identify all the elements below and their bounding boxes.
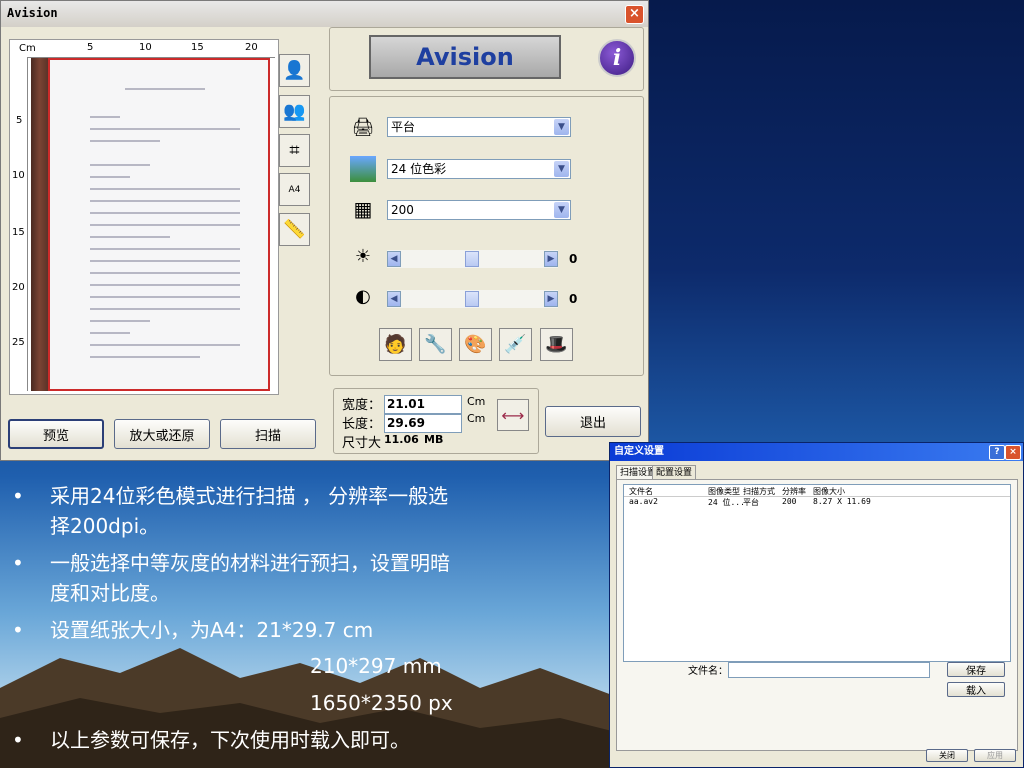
bullet-text: 210*297 mm	[310, 654, 442, 678]
help-icon[interactable]: ?	[989, 445, 1005, 460]
bullet-text: 采用24位彩色模式进行扫描 ， 分辨率一般选	[50, 484, 449, 508]
resolution-value: 200	[391, 203, 414, 217]
bullet-item: • 一般选择中等灰度的材料进行预扫，设置明暗 度和对比度。	[12, 548, 450, 608]
exit-button[interactable]: 退出	[545, 406, 641, 437]
length-label: 长度：	[342, 417, 382, 432]
contrast-slider[interactable]: ◀ ▶	[387, 290, 558, 308]
ruler-tick: 10	[139, 42, 152, 53]
scanner-icon: 🖨	[351, 116, 375, 138]
size-value: 11.06	[384, 433, 419, 446]
table-cell: 200	[782, 497, 797, 506]
ruler-tick: 5	[87, 42, 94, 53]
scan-button[interactable]: 扫描	[220, 419, 316, 449]
chevron-down-icon[interactable]: ▼	[554, 161, 569, 177]
dialog-title-bar: 自定义设置 ? ×	[610, 443, 1023, 461]
close-button[interactable]: ×	[625, 5, 644, 24]
brightness-slider[interactable]: ◀ ▶	[387, 250, 558, 268]
bullet-text: 择200dpi。	[50, 514, 160, 538]
save-button[interactable]: 保存	[947, 662, 1005, 677]
apply-button[interactable]: 应用	[974, 749, 1016, 762]
bullet-item: • 设置纸张大小，为A4：21*29.7 cm	[12, 615, 374, 645]
brightness-thumb[interactable]	[465, 251, 479, 267]
ruler-unit: Cm	[19, 43, 36, 54]
multi-person-icon[interactable]: 👥	[279, 95, 310, 128]
width-label: 宽度：	[342, 398, 382, 413]
size-unit: MB	[424, 433, 444, 446]
bullet-text: 以上参数可保存，下次使用时载入即可。	[50, 728, 410, 752]
color-wheel-icon[interactable]: 🎨	[459, 328, 492, 361]
tab-config-settings[interactable]: 配置设置	[652, 465, 697, 480]
window-title: Avision	[7, 6, 58, 20]
paper-size-icon[interactable]: A4	[279, 173, 310, 206]
table-cell: 24 位...	[708, 498, 745, 507]
table-cell: 8.27 X 11.69	[813, 497, 871, 506]
bullet-item: • 以上参数可保存，下次使用时载入即可。	[12, 725, 410, 755]
ruler-tick: 20	[12, 282, 25, 293]
brightness-value: 0	[569, 252, 578, 266]
faces-icon[interactable]: 🧑	[379, 328, 412, 361]
color-mode-icon	[350, 156, 376, 182]
scan-source-select[interactable]: 平台 ▼	[387, 117, 571, 137]
slider-right-arrow[interactable]: ▶	[544, 291, 558, 307]
load-button[interactable]: 载入	[947, 682, 1005, 697]
link-icon[interactable]: ⟷	[497, 399, 529, 431]
info-button[interactable]: i	[598, 39, 636, 77]
magic-icon[interactable]: 🎩	[540, 328, 573, 361]
crop-icon[interactable]: ⌗	[279, 134, 310, 167]
width-unit: Cm	[467, 395, 486, 408]
brightness-icon: ☀	[354, 245, 372, 267]
ruler-tick: 20	[245, 42, 258, 53]
vertical-ruler: 5 10 15 20 25	[11, 57, 28, 391]
scan-edge	[31, 58, 48, 391]
dropper-icon[interactable]: 💉	[499, 328, 532, 361]
ruler-tick: 5	[16, 115, 23, 126]
chevron-down-icon[interactable]: ▼	[554, 119, 569, 135]
settings-list[interactable]: 文件名 图像类型 扫描方式 分辨率 图像大小 aa.av2 24 位... 平台…	[623, 484, 1011, 662]
preview-button[interactable]: 预览	[8, 419, 104, 449]
tools-icon[interactable]: 🔧	[419, 328, 452, 361]
bullet-item: • 采用24位彩色模式进行扫描 ， 分辨率一般选 择200dpi。	[12, 481, 449, 541]
length-unit: Cm	[467, 412, 486, 425]
size-label: 尺寸大	[342, 436, 382, 451]
table-cell: 平台	[743, 498, 759, 507]
color-mode-select[interactable]: 24 位色彩 ▼	[387, 159, 571, 179]
bullet-text: 一般选择中等灰度的材料进行预扫，设置明暗	[50, 551, 450, 575]
single-person-icon[interactable]: 👤	[279, 54, 310, 87]
color-mode-value: 24 位色彩	[391, 162, 447, 176]
scan-source-value: 平台	[391, 120, 416, 134]
filename-input[interactable]	[728, 662, 930, 678]
contrast-thumb[interactable]	[465, 291, 479, 307]
slider-left-arrow[interactable]: ◀	[387, 291, 401, 307]
width-input[interactable]: 21.01	[384, 395, 462, 414]
horizontal-ruler: Cm 5 10 15 20	[19, 41, 275, 58]
ruler-tick: 15	[191, 42, 204, 53]
close-icon[interactable]: ×	[1005, 445, 1021, 460]
bullet-text: 设置纸张大小，为A4：21*29.7 cm	[50, 618, 374, 642]
zoom-button[interactable]: 放大或还原	[114, 419, 210, 449]
slider-left-arrow[interactable]: ◀	[387, 251, 401, 267]
table-cell[interactable]: aa.av2	[629, 497, 658, 506]
ruler-tick: 25	[12, 337, 25, 348]
title-bar: Avision ×	[1, 1, 648, 27]
length-input[interactable]: 29.69	[384, 414, 462, 433]
contrast-icon: ◐	[355, 285, 371, 307]
dialog-title: 自定义设置	[614, 446, 664, 457]
chevron-down-icon[interactable]: ▼	[554, 202, 569, 218]
slider-right-arrow[interactable]: ▶	[544, 251, 558, 267]
resolution-select[interactable]: 200 ▼	[387, 200, 571, 220]
avision-logo: Avision	[369, 35, 561, 79]
resolution-icon: ▦	[353, 197, 373, 221]
bullet-text: 度和对比度。	[50, 581, 170, 605]
close-dialog-button[interactable]: 关闭	[926, 749, 968, 762]
bullet-text: 1650*2350 px	[310, 691, 453, 715]
ruler-tick: 10	[12, 170, 25, 181]
ruler-tick: 15	[12, 227, 25, 238]
filename-label: 文件名：	[688, 666, 728, 677]
ruler-icon[interactable]: 📏	[279, 213, 310, 246]
scanned-page-preview	[48, 58, 270, 391]
contrast-value: 0	[569, 292, 578, 306]
